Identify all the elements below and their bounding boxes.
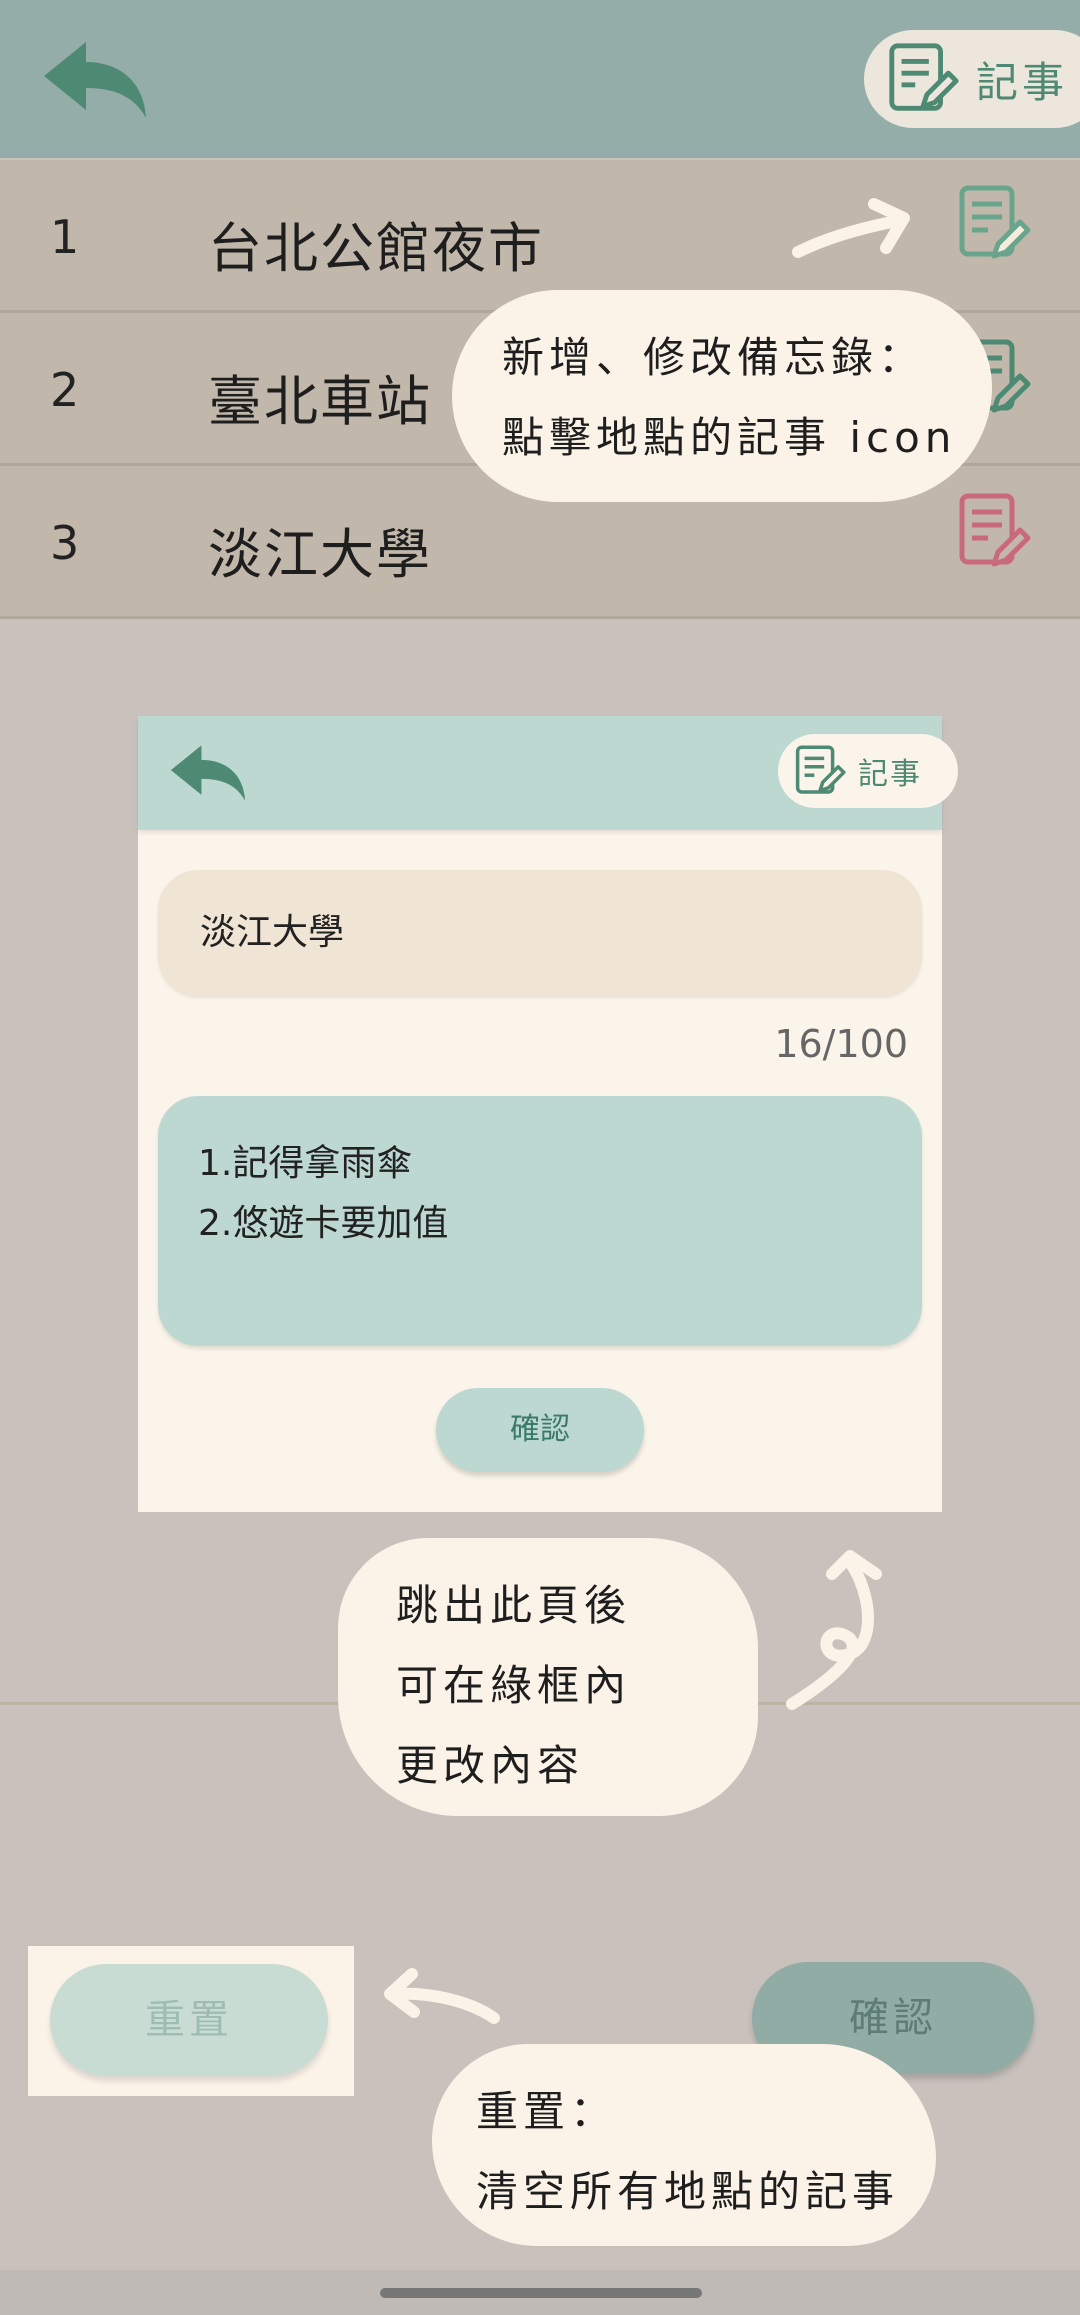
note-edit-icon[interactable] xyxy=(956,492,1036,576)
annotation-arrow-icon xyxy=(786,1550,882,1710)
row-number: 1 xyxy=(50,210,80,264)
annotation-bubble: 重置： 清空所有地點的記事 xyxy=(432,2044,936,2246)
note-edit-icon[interactable] xyxy=(956,184,1036,268)
location-name: 臺北車站 xyxy=(208,370,432,433)
location-name: 淡江大學 xyxy=(208,523,432,586)
annotation-text: 跳出此頁後 xyxy=(396,1581,632,1630)
annotation-text: 點擊地點的記事 icon xyxy=(502,413,957,462)
annotation-text: 更改內容 xyxy=(396,1741,585,1790)
notes-tab-button[interactable]: 記事 xyxy=(864,30,1080,128)
annotation-text: 清空所有地點的記事 xyxy=(476,2167,900,2216)
home-gesture-handle[interactable] xyxy=(380,2288,702,2298)
row-number: 3 xyxy=(50,516,80,570)
reset-button[interactable]: 重置 xyxy=(50,1964,328,2076)
note-edit-icon xyxy=(795,745,846,794)
back-arrow-icon[interactable] xyxy=(40,38,150,122)
location-name: 台北公館夜市 xyxy=(208,217,544,280)
annotation-text: 重置： xyxy=(476,2087,618,2136)
back-arrow-icon[interactable] xyxy=(168,742,248,804)
notes-tab-label: 記事 xyxy=(858,757,922,792)
char-counter: 16/100 xyxy=(774,1022,908,1066)
memo-content-field[interactable]: 1.記得拿雨傘 2.悠遊卡要加值 xyxy=(158,1096,922,1346)
note-edit-icon xyxy=(889,43,959,111)
annotation-arrow-icon xyxy=(384,1968,500,2024)
notes-tab-button[interactable]: 記事 xyxy=(778,734,958,808)
annotation-text: 可在綠框內 xyxy=(396,1661,632,1710)
annotation-text: 新增、修改備忘錄： xyxy=(502,333,926,382)
row-number: 2 xyxy=(50,363,80,417)
memo-card-preview: 記事 淡江大學 16/100 1.記得拿雨傘 2.悠遊卡要加值 確認 xyxy=(138,716,958,1512)
annotation-bubble: 跳出此頁後 可在綠框內 更改內容 xyxy=(338,1538,758,1816)
confirm-button[interactable]: 確認 xyxy=(436,1388,644,1472)
memo-title-field[interactable]: 淡江大學 xyxy=(158,870,922,996)
notes-tab-label: 記事 xyxy=(976,57,1069,107)
annotation-bubble: 新增、修改備忘錄： 點擊地點的記事 icon xyxy=(452,290,992,502)
annotation-arrow-icon xyxy=(792,198,910,258)
